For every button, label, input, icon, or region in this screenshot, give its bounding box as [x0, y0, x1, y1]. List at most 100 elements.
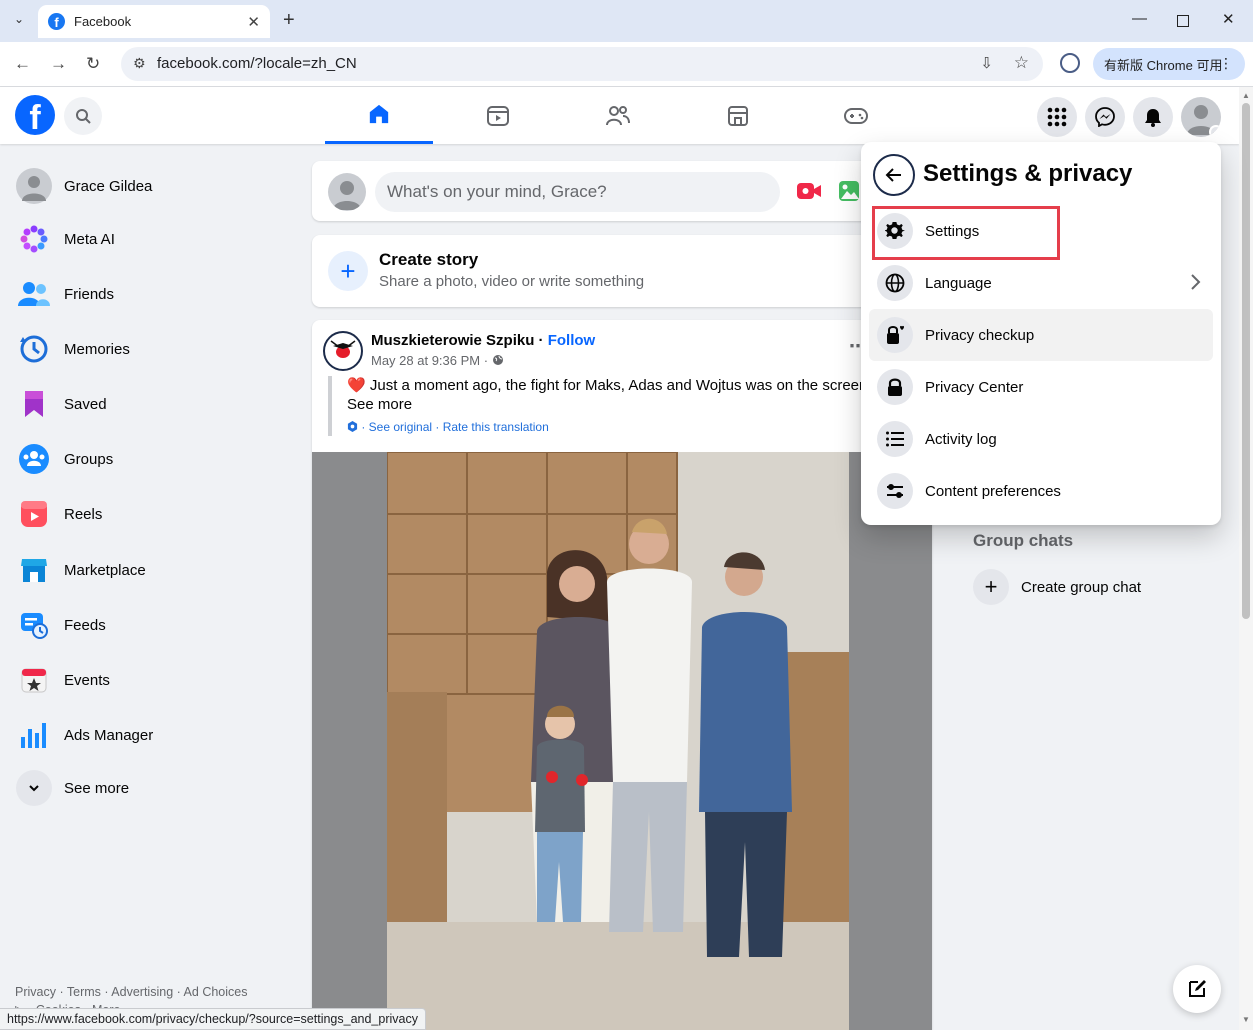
sidebar-item-meta-ai[interactable]: Meta AI: [8, 213, 292, 265]
maximize-button[interactable]: [1177, 15, 1189, 27]
story-subtitle: Share a photo, video or write something: [379, 273, 645, 290]
menu-item-label: Language: [925, 274, 992, 292]
live-video-icon[interactable]: [796, 180, 822, 207]
see-more-button-icon: [16, 770, 52, 806]
facebook-logo[interactable]: f: [15, 95, 55, 135]
video-icon: [487, 105, 509, 126]
list-icon: [877, 421, 913, 457]
search-button[interactable]: [64, 97, 102, 135]
chrome-menu-icon[interactable]: ⋮: [1219, 55, 1233, 72]
page-avatar[interactable]: [323, 331, 363, 371]
chevron-down-icon: [29, 785, 39, 792]
page-scrollbar[interactable]: ▲ ▼: [1239, 87, 1253, 1030]
sidebar-item-profile[interactable]: Grace Gildea: [8, 160, 292, 212]
menu-item-privacy-checkup[interactable]: Privacy checkup: [869, 309, 1213, 361]
sidebar-item-label: Ads Manager: [64, 726, 154, 744]
tab-close-icon[interactable]: ✕: [247, 13, 260, 31]
menu-item-label: Content preferences: [925, 482, 1061, 500]
scroll-up-icon[interactable]: ▲: [1242, 91, 1250, 100]
link-status-bar: https://www.facebook.com/privacy/checkup…: [0, 1008, 426, 1030]
sidebar-item-memories[interactable]: Memories: [8, 323, 292, 375]
forward-button[interactable]: →: [50, 54, 67, 74]
window-close-button[interactable]: ✕: [1222, 10, 1235, 28]
post-text: Just a moment ago, the fight for Maks, A…: [369, 377, 868, 394]
scrollbar-thumb[interactable]: [1242, 103, 1250, 619]
home-icon: [369, 104, 389, 124]
update-label: 有新版 Chrome 可用: [1104, 57, 1223, 73]
status-input[interactable]: What's on your mind, Grace?: [375, 172, 780, 212]
menu-item-language[interactable]: Language: [869, 257, 1213, 309]
browser-tab[interactable]: f Facebook ✕: [38, 5, 270, 38]
sidebar-item-label: Groups: [64, 450, 114, 468]
minimize-button[interactable]: —: [1132, 10, 1147, 27]
tab-title: Facebook: [74, 14, 132, 29]
post-timestamp[interactable]: May 28 at 9:36 PM ·: [371, 353, 492, 368]
bookmark-star-icon[interactable]: ☆: [1014, 53, 1029, 73]
nav-tab-gaming[interactable]: [802, 87, 910, 144]
back-button[interactable]: [873, 154, 915, 196]
install-app-icon[interactable]: ⇩: [980, 54, 993, 72]
sidebar-item-label: Feeds: [64, 616, 106, 634]
quote-bar: [328, 376, 332, 436]
sidebar-item-marketplace[interactable]: Marketplace: [8, 544, 292, 596]
sidebar-item-label: Grace Gildea: [64, 177, 153, 195]
chrome-profile-icon[interactable]: [1060, 53, 1080, 73]
meta-ai-icon: [16, 221, 52, 257]
address-bar[interactable]: ⚙ facebook.com/?locale=zh_CN ⇩ ☆: [121, 47, 1043, 81]
new-message-button[interactable]: [1173, 965, 1221, 1013]
sidebar-item-saved[interactable]: Saved: [8, 378, 292, 430]
marketplace-icon: [728, 105, 748, 126]
facebook-header: f ⌄: [0, 87, 1239, 144]
photo-video-icon[interactable]: [837, 179, 859, 203]
marketplace-icon: [16, 552, 52, 588]
scroll-down-icon[interactable]: ▼: [1242, 1015, 1250, 1024]
account-avatar[interactable]: ⌄: [1181, 97, 1221, 137]
new-tab-button[interactable]: +: [283, 9, 295, 32]
create-story-card[interactable]: + Create story Share a photo, video or w…: [312, 235, 932, 307]
create-group-chat-button[interactable]: + Create group chat: [965, 563, 1225, 611]
follow-link[interactable]: Follow: [548, 332, 596, 349]
sliders-icon: [877, 473, 913, 509]
messenger-icon: [1095, 107, 1115, 127]
messenger-button[interactable]: [1085, 97, 1125, 137]
tab-search-button[interactable]: ⌄: [8, 8, 30, 30]
reload-button[interactable]: ↻: [86, 54, 100, 74]
avatar: [16, 168, 52, 204]
notifications-button[interactable]: [1133, 97, 1173, 137]
menu-item-content-preferences[interactable]: Content preferences: [869, 465, 1213, 517]
site-info-icon[interactable]: ⚙: [133, 55, 146, 72]
sidebar-item-label: Reels: [64, 505, 103, 523]
nav-tab-video[interactable]: [444, 87, 552, 144]
sidebar-item-friends[interactable]: Friends: [8, 268, 292, 320]
chevron-down-icon: ⌄: [1209, 125, 1221, 137]
see-original-link[interactable]: · See original · Rate this translation: [361, 420, 548, 434]
browser-tab-bar: ⌄ f Facebook ✕ + — ✕: [0, 0, 1253, 42]
sidebar-item-feeds[interactable]: Feeds: [8, 599, 292, 651]
menu-item-activity-log[interactable]: Activity log: [869, 413, 1213, 465]
nav-tab-marketplace[interactable]: [684, 87, 792, 144]
see-more-link[interactable]: See more: [347, 396, 412, 413]
feed-post: Muszkieterowie Szpiku · Follow May 28 at…: [312, 320, 932, 1030]
post-photo[interactable]: [387, 452, 849, 1030]
footer-links[interactable]: Privacy · Terms · Advertising · Ad Choic…: [15, 985, 247, 999]
search-icon: [76, 109, 91, 124]
menu-button[interactable]: [1037, 97, 1077, 137]
sidebar-item-events[interactable]: Events: [8, 654, 292, 706]
chevron-right-icon: [1191, 274, 1201, 290]
chrome-update-button[interactable]: 有新版 Chrome 可用 ⋮: [1093, 48, 1245, 80]
sidebar-see-more[interactable]: See more: [8, 762, 292, 814]
url-text[interactable]: facebook.com/?locale=zh_CN: [157, 55, 357, 72]
plus-icon: +: [328, 251, 368, 291]
sidebar-item-reels[interactable]: Reels: [8, 488, 292, 540]
story-title: Create story: [379, 250, 479, 269]
nav-tab-home[interactable]: [325, 87, 433, 144]
sidebar-item-groups[interactable]: Groups: [8, 433, 292, 485]
menu-item-privacy-center[interactable]: Privacy Center: [869, 361, 1213, 413]
nav-tab-friends[interactable]: [564, 87, 672, 144]
heart-icon: ❤️: [347, 377, 366, 394]
back-button[interactable]: ←: [14, 54, 31, 74]
menu-item-label: Privacy checkup: [925, 326, 1035, 344]
avatar[interactable]: [328, 173, 366, 211]
post-author[interactable]: Muszkieterowie Szpiku: [371, 332, 534, 349]
sidebar-item-ads-manager[interactable]: Ads Manager: [8, 709, 292, 761]
